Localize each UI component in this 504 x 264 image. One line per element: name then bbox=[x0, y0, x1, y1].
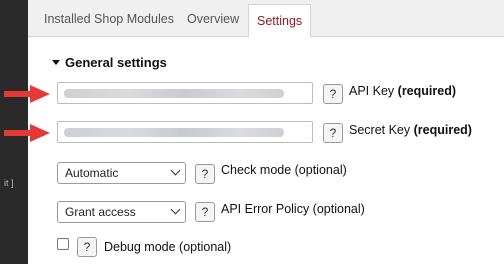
check-mode-label: Check mode (optional) bbox=[221, 163, 347, 177]
debug-mode-label: Debug mode (optional) bbox=[104, 240, 232, 254]
chevron-down-icon bbox=[170, 204, 181, 215]
api-key-label-text: API Key bbox=[349, 84, 395, 98]
check-mode-help-button[interactable]: ? bbox=[195, 164, 215, 184]
api-key-input[interactable] bbox=[57, 82, 313, 104]
secret-key-label: Secret Key (required) bbox=[349, 123, 472, 137]
api-key-label: API Key (required) bbox=[349, 84, 456, 98]
chevron-down-icon bbox=[170, 165, 181, 176]
sidebar-text-fragment: it ] bbox=[4, 178, 14, 188]
caret-down-icon bbox=[52, 60, 60, 66]
tab-settings[interactable]: Settings bbox=[248, 4, 312, 38]
debug-mode-help-button[interactable]: ? bbox=[77, 237, 97, 257]
required-marker: (required) bbox=[397, 84, 456, 98]
blurred-value bbox=[64, 128, 284, 137]
red-arrow-icon bbox=[4, 124, 50, 142]
tab-overview[interactable]: Overview bbox=[179, 0, 247, 36]
error-policy-value: Grant access bbox=[65, 205, 136, 219]
required-marker: (required) bbox=[413, 123, 472, 137]
tab-installed-shop-modules[interactable]: Installed Shop Modules bbox=[36, 0, 182, 36]
blurred-value bbox=[64, 89, 284, 98]
check-mode-value: Automatic bbox=[65, 166, 119, 180]
secret-key-help-button[interactable]: ? bbox=[323, 123, 343, 143]
general-settings-heading[interactable]: General settings bbox=[52, 55, 167, 70]
secret-key-input[interactable] bbox=[57, 121, 313, 143]
error-policy-label: API Error Policy (optional) bbox=[221, 202, 365, 216]
check-mode-select[interactable]: Automatic bbox=[57, 162, 186, 184]
api-key-help-button[interactable]: ? bbox=[323, 84, 343, 104]
error-policy-help-button[interactable]: ? bbox=[195, 202, 215, 222]
red-arrow-icon bbox=[4, 85, 50, 103]
debug-mode-checkbox[interactable] bbox=[57, 238, 69, 250]
section-title: General settings bbox=[65, 55, 167, 70]
secret-key-label-text: Secret Key bbox=[349, 123, 411, 137]
error-policy-select[interactable]: Grant access bbox=[57, 201, 186, 223]
tab-strip: Installed Shop Modules Overview Settings bbox=[28, 0, 504, 38]
